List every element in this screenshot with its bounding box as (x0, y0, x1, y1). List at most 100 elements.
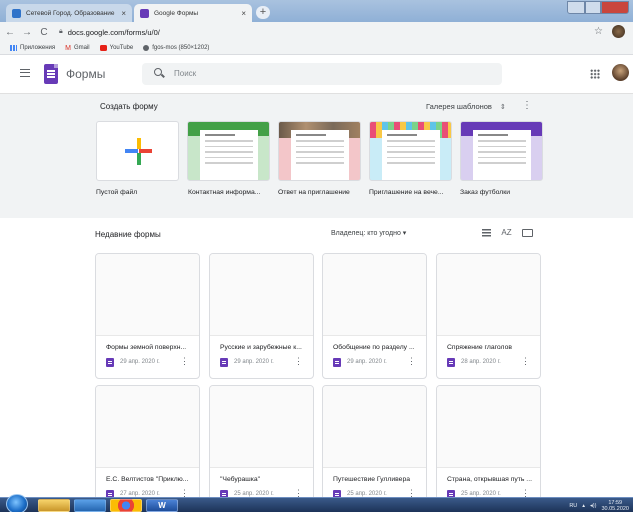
form-card[interactable]: Обобщение по разделу ... 29 апр. 2020 г.… (322, 253, 427, 379)
tab-setevoy-gorod[interactable]: Сетевой Город. Образование × (6, 4, 132, 22)
expand-collapse-icon: ⇕ (499, 103, 506, 111)
system-tray: RU ▴ ◂)) 17:59 30.05.2020 (564, 498, 629, 512)
form-title: Е.С. Велтистов "Приклю... (106, 476, 189, 483)
form-card[interactable]: Формы земной поверхн... 29 апр. 2020 г. … (95, 253, 200, 379)
template-tshirt-order[interactable] (460, 121, 543, 181)
template-gallery-toggle[interactable]: Галерея шаблонов ⇕ (426, 102, 506, 111)
main-menu-icon[interactable] (20, 69, 30, 77)
form-card[interactable]: Страна, открывшая путь ... 25 апр. 2020 … (436, 385, 541, 511)
template-blank[interactable] (96, 121, 179, 181)
maximize-button[interactable] (585, 1, 601, 14)
media-player-taskbar-icon[interactable] (74, 499, 106, 512)
form-date: 29 апр. 2020 г. (234, 359, 274, 365)
template-label: Контактная информа... (188, 189, 261, 196)
card-more-icon[interactable]: ⋮ (180, 356, 189, 367)
form-title: Страна, открывшая путь ... (447, 476, 532, 483)
google-apps-icon[interactable] (590, 69, 600, 79)
list-view-icon[interactable] (482, 229, 491, 237)
section-title: Создать форму (100, 102, 158, 111)
app-header: Формы Поиск (0, 56, 633, 94)
url-text: docs.google.com/forms/u/0/ (67, 27, 160, 37)
plus-icon (125, 138, 152, 165)
card-more-icon[interactable]: ⋮ (407, 356, 416, 367)
form-card[interactable]: Путешествие Гулливера 25 апр. 2020 г. ⋮ (322, 385, 427, 511)
forms-logo-icon[interactable] (44, 64, 58, 84)
template-rsvp[interactable] (278, 121, 361, 181)
browser-tab-strip: Сетевой Город. Образование × Google Форм… (0, 0, 633, 22)
volume-icon[interactable]: ◂)) (590, 503, 596, 509)
more-options-icon[interactable]: ⋮ (522, 100, 532, 111)
bookmark-gmail[interactable]: M Gmail (65, 45, 90, 52)
card-more-icon[interactable]: ⋮ (521, 356, 530, 367)
forms-doc-icon (333, 358, 341, 367)
forms-favicon-icon (140, 8, 149, 18)
chrome-taskbar-icon[interactable] (110, 499, 142, 512)
avatar[interactable] (612, 64, 629, 81)
form-card[interactable]: Спряжение глаголов 28 апр. 2020 г. ⋮ (436, 253, 541, 379)
reload-icon[interactable]: C (37, 27, 51, 38)
gallery-label: Галерея шаблонов (426, 102, 492, 111)
form-thumbnail (96, 254, 199, 336)
form-thumbnail (96, 386, 199, 468)
form-title: "Чебурашка" (220, 476, 261, 483)
address-bar: ← → C 🔒︎ docs.google.com/forms/u/0/ ☆ (0, 22, 633, 42)
profile-icon[interactable] (612, 25, 625, 38)
tab-favicon-icon (12, 8, 21, 18)
start-button[interactable] (6, 494, 28, 512)
youtube-icon (99, 45, 107, 51)
forward-icon[interactable]: → (20, 27, 34, 38)
form-thumbnail (210, 254, 313, 336)
recent-forms-title: Недавние формы (95, 230, 161, 239)
template-contact-info[interactable] (187, 121, 270, 181)
back-icon[interactable]: ← (3, 27, 17, 38)
url-field[interactable]: 🔒︎ docs.google.com/forms/u/0/ (59, 28, 160, 37)
sort-az-icon[interactable]: AZ (501, 227, 512, 238)
search-icon[interactable] (154, 68, 162, 76)
tab-google-forms[interactable]: Google Формы × (134, 4, 252, 22)
bookmark-youtube[interactable]: YouTube (99, 45, 134, 51)
form-title: Формы земной поверхн... (106, 344, 187, 351)
template-label: Заказ футболки (460, 189, 511, 196)
bookmark-label: YouTube (109, 45, 134, 51)
form-card[interactable]: Русские и зарубежные к... 29 апр. 2020 г… (209, 253, 314, 379)
forms-doc-icon (106, 358, 114, 367)
folder-icon[interactable] (522, 229, 533, 237)
explorer-taskbar-icon[interactable] (38, 499, 70, 512)
owner-filter-dropdown[interactable]: Владелец: кто угодно ▾ (331, 229, 406, 237)
close-window-button[interactable] (601, 1, 629, 14)
globe-icon (143, 45, 150, 51)
new-tab-button[interactable]: + (256, 6, 270, 19)
tray-arrow-icon[interactable]: ▴ (582, 503, 585, 509)
clock[interactable]: 17:59 30.05.2020 (601, 500, 629, 512)
form-card[interactable]: "Чебурашка" 25 апр. 2020 г. ⋮ (209, 385, 314, 511)
form-card[interactable]: Е.С. Велтистов "Приклю... 27 апр. 2020 г… (95, 385, 200, 511)
bookmark-apps[interactable]: Приложения (10, 45, 55, 51)
form-date: 28 апр. 2020 г. (461, 359, 501, 365)
template-party-invite[interactable] (369, 121, 452, 181)
search-input[interactable]: Поиск (142, 63, 502, 85)
bookmark-label: Приложения (20, 45, 56, 51)
minimize-button[interactable] (567, 1, 585, 14)
form-title: Обобщение по разделу ... (333, 344, 415, 351)
form-title: Путешествие Гулливера (333, 476, 410, 483)
tab-close-icon[interactable]: × (241, 9, 246, 18)
language-indicator[interactable]: RU (569, 503, 577, 509)
bookmark-fgos[interactable]: fgos-mos (850×1202) (143, 45, 209, 51)
gmail-icon: M (65, 45, 71, 52)
form-thumbnail (437, 254, 540, 336)
card-more-icon[interactable]: ⋮ (294, 356, 303, 367)
view-controls: AZ (482, 227, 543, 238)
template-label: Ответ на приглашение (278, 189, 350, 196)
window-controls (567, 1, 629, 14)
lock-icon: 🔒︎ (59, 28, 63, 35)
template-label: Приглашение на вече... (369, 189, 444, 196)
apps-grid-icon (10, 45, 17, 51)
tab-close-icon[interactable]: × (121, 9, 126, 18)
form-thumbnail (323, 386, 426, 468)
app-title[interactable]: Формы (66, 67, 105, 81)
word-taskbar-icon[interactable]: W (146, 499, 178, 512)
form-date: 29 апр. 2020 г. (120, 359, 160, 365)
search-placeholder: Поиск (174, 69, 197, 78)
form-thumbnail (210, 386, 313, 468)
bookmark-star-icon[interactable]: ☆ (594, 26, 603, 37)
